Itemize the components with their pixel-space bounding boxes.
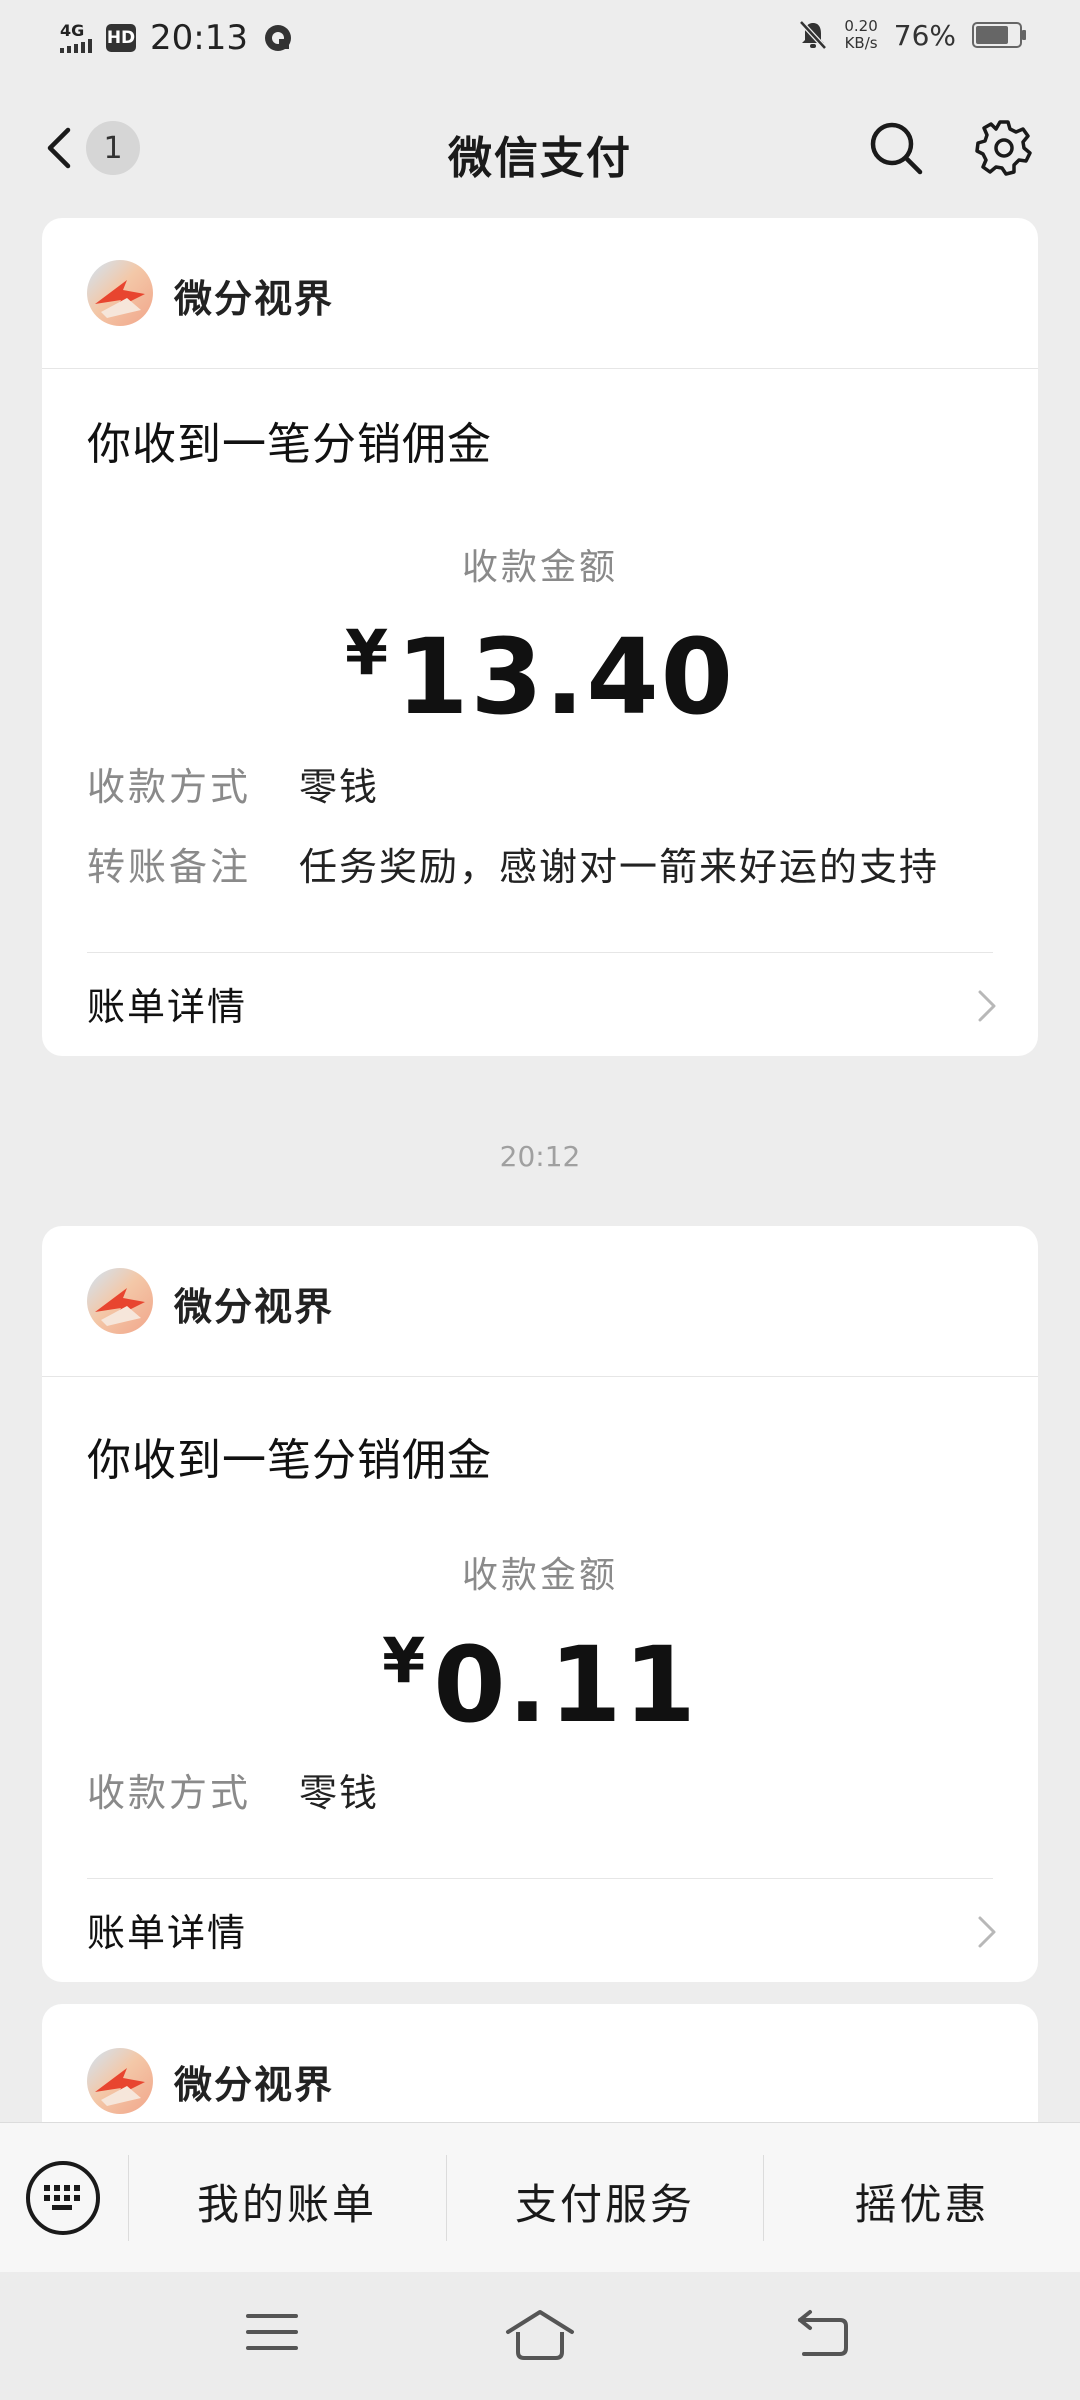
search-icon[interactable] xyxy=(866,118,926,178)
transfer-note-label: 转账备注 xyxy=(87,845,252,889)
payment-method-label: 收款方式 xyxy=(87,765,252,809)
menu-lines-icon[interactable] xyxy=(244,2308,300,2358)
card-title: 你收到一笔分销佣金 xyxy=(87,419,492,470)
notification-app-icon xyxy=(264,25,291,51)
system-navigation-bar xyxy=(0,2272,1080,2400)
speed-value: 0.20 xyxy=(844,17,878,35)
nav-bar: 1 微信支付 xyxy=(0,80,1080,210)
payment-method-value: 零钱 xyxy=(299,1771,380,1815)
transfer-note-value: 任务奖励，感谢对一箭来好运的支持 xyxy=(299,845,940,889)
card-header[interactable]: 微分视界 xyxy=(42,218,1038,369)
menu-my-bills[interactable]: 我的账单 xyxy=(129,2171,445,2232)
battery-icon xyxy=(972,22,1026,48)
amount-label: 收款金额 xyxy=(461,1555,618,1596)
keyboard-toggle-button[interactable] xyxy=(26,2161,100,2235)
keyboard-icon xyxy=(44,2185,80,2210)
merchant-name: 微分视界 xyxy=(174,277,335,321)
payment-card[interactable]: 微分视界 你收到一笔分销佣金 收款金额 ¥0.11 收款方式 零钱 账单详情 xyxy=(42,1226,1038,1982)
speed-unit: KB/s xyxy=(844,34,878,52)
bill-details-link[interactable]: 账单详情 xyxy=(87,1902,247,1957)
card-title: 你收到一笔分销佣金 xyxy=(87,1435,492,1486)
message-timestamp: 20:12 xyxy=(499,1140,581,1173)
chevron-right-icon[interactable] xyxy=(972,986,1000,1026)
menu-payment-services[interactable]: 支付服务 xyxy=(447,2171,763,2232)
divider xyxy=(87,1878,993,1879)
mute-bell-icon xyxy=(799,20,828,50)
merchant-name: 微分视界 xyxy=(174,2063,335,2107)
chevron-right-icon[interactable] xyxy=(972,1912,1000,1952)
bottom-menu-bar: 我的账单 支付服务 摇优惠 xyxy=(0,2122,1080,2273)
payment-method-value: 零钱 xyxy=(299,765,380,809)
payment-card[interactable]: 微分视界 你收到一笔分销佣金 收款金额 ¥13.40 收款方式 零钱 转账备注 … xyxy=(42,218,1038,1056)
amount-value: 0.11 xyxy=(433,1624,698,1746)
merchant-avatar xyxy=(87,1268,153,1334)
card-header[interactable]: 微分视界 xyxy=(42,1226,1038,1377)
home-icon[interactable] xyxy=(504,2308,576,2364)
network-speed: 0.20 KB/s xyxy=(844,18,877,52)
amount-label: 收款金额 xyxy=(461,547,618,588)
bill-details-link[interactable]: 账单详情 xyxy=(87,976,247,1031)
merchant-name: 微分视界 xyxy=(174,1285,335,1329)
status-time: 20:13 xyxy=(150,18,248,58)
back-return-icon[interactable] xyxy=(794,2308,850,2358)
signal-bars-icon xyxy=(60,39,92,53)
payment-method-label: 收款方式 xyxy=(87,1771,252,1815)
currency-symbol: ¥ xyxy=(344,616,389,689)
network-type: 4G xyxy=(60,21,85,40)
amount-display: ¥0.11 xyxy=(42,1624,1038,1746)
merchant-avatar xyxy=(87,260,153,326)
menu-shake-deals[interactable]: 摇优惠 xyxy=(764,2171,1080,2232)
amount-display: ¥13.40 xyxy=(42,616,1038,738)
settings-gear-icon[interactable] xyxy=(974,118,1034,178)
battery-percent: 76% xyxy=(893,18,956,52)
hd-badge: HD xyxy=(106,24,136,52)
signal-indicator: 4G xyxy=(60,23,92,53)
merchant-avatar xyxy=(87,2048,153,2114)
currency-symbol: ¥ xyxy=(382,1624,426,1697)
amount-value: 13.40 xyxy=(396,616,736,738)
status-bar: 4G HD 20:13 0.20 KB/s 76% xyxy=(0,0,1080,80)
divider xyxy=(87,952,993,953)
